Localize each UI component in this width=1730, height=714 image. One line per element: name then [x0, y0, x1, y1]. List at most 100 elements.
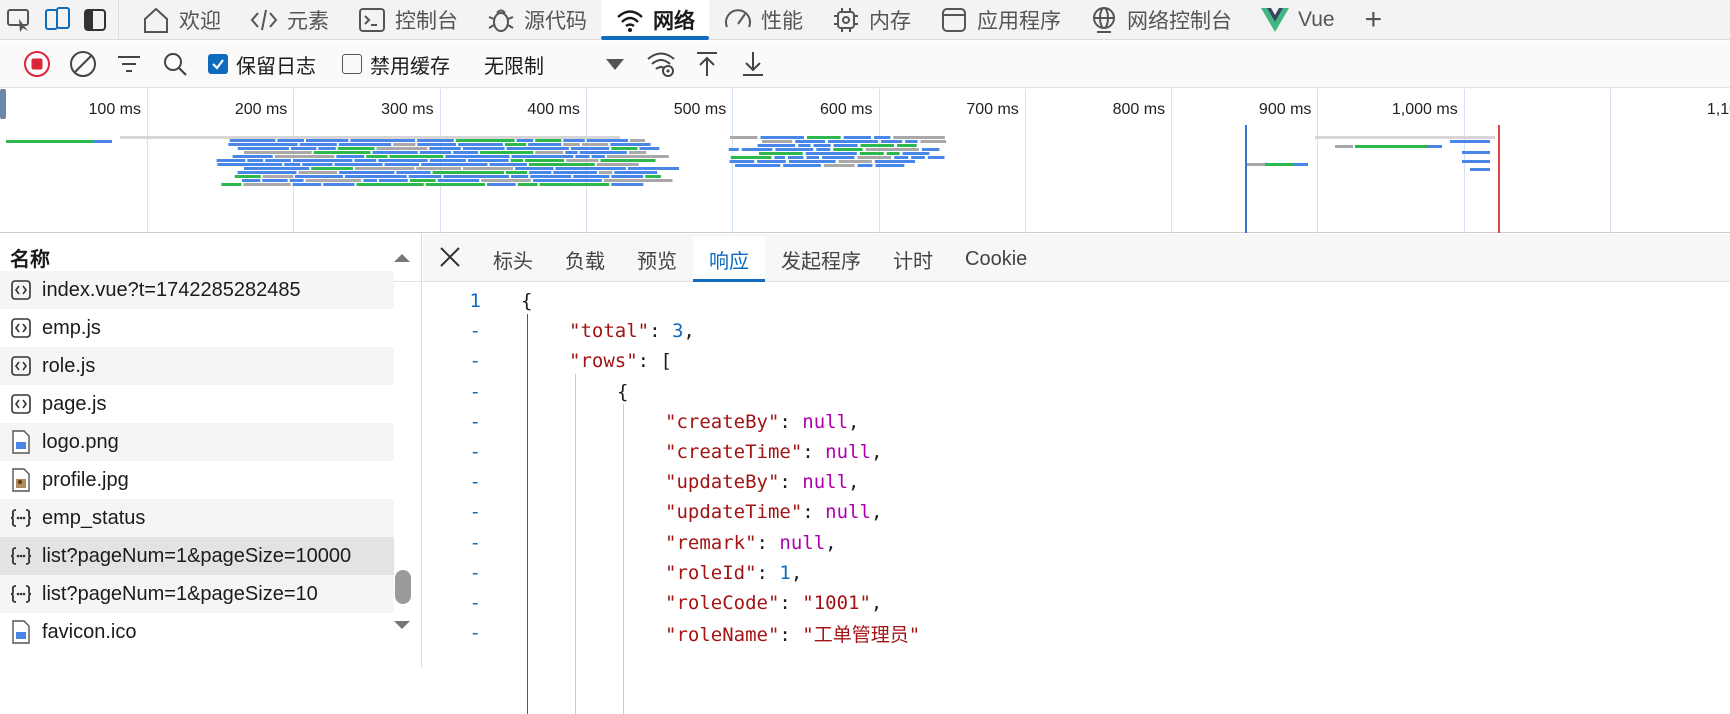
response-viewer[interactable]: 1{- "total": 3, - "rows": [-{- "createBy": n… — [423, 282, 1730, 714]
request-row[interactable]: logo.png — [0, 423, 394, 461]
detail-tab[interactable]: Cookie — [949, 237, 1043, 281]
add-tab-icon[interactable]: + — [1349, 3, 1399, 37]
waterfall-bar — [429, 159, 466, 162]
tab-code[interactable]: 元素 — [235, 0, 343, 40]
tab-app[interactable]: 应用程序 — [925, 0, 1075, 40]
tab-console[interactable]: 控制台 — [343, 0, 472, 40]
code-token: "updateTime" — [665, 501, 803, 524]
detail-tab[interactable]: 负载 — [549, 237, 621, 281]
waterfall-bar — [530, 175, 572, 178]
waterfall-bar — [579, 151, 627, 154]
line-gutter[interactable]: - — [423, 320, 491, 342]
request-row[interactable]: emp_status — [0, 499, 394, 537]
disable-cache-checkbox[interactable]: 禁用缓存 — [342, 50, 450, 79]
scrollbar-thumb[interactable] — [395, 570, 411, 604]
tab-label: 应用程序 — [977, 9, 1061, 33]
line-gutter[interactable]: - — [423, 532, 491, 554]
image-icon — [10, 430, 32, 454]
code-token: 3 — [671, 320, 684, 343]
waterfall-bar — [232, 155, 273, 158]
code-token: null — [825, 441, 871, 464]
detail-tab[interactable]: 响应 — [693, 237, 765, 282]
request-row[interactable]: favicon.ico — [0, 613, 394, 651]
waterfall-bar — [510, 159, 524, 162]
network-conditions-icon[interactable] — [638, 41, 684, 87]
line-gutter[interactable]: - — [423, 441, 491, 463]
detail-tab[interactable]: 发起程序 — [765, 237, 877, 281]
line-gutter[interactable]: - — [423, 411, 491, 433]
filter-icon[interactable] — [106, 41, 152, 87]
tab-list: 欢迎 元素 控制台 源代码 网络 性能 内存 应用程序 网络控制台 Vue — [127, 0, 1349, 40]
code-token: , — [870, 501, 883, 524]
line-gutter[interactable]: 1 — [423, 290, 491, 312]
indent-guide — [575, 374, 576, 714]
tab-bug[interactable]: 源代码 — [472, 0, 601, 40]
detail-tab[interactable]: 标头 — [477, 237, 549, 281]
wifi-icon — [615, 5, 645, 35]
scrollbar[interactable] — [391, 234, 413, 667]
waterfall-bar — [729, 160, 755, 163]
waterfall-bar — [515, 167, 554, 170]
line-gutter[interactable]: - — [423, 562, 491, 584]
waterfall-bar — [419, 151, 452, 154]
line-gutter[interactable]: - — [423, 592, 491, 614]
waterfall-bar — [354, 159, 377, 162]
line-gutter[interactable]: - — [423, 622, 491, 644]
dock-panel-icon[interactable] — [76, 0, 114, 40]
code-token: "updateBy" — [665, 471, 780, 494]
waterfall-bar — [911, 156, 925, 159]
code-token: "total" — [569, 320, 650, 343]
request-row[interactable]: index.vue?t=1742285282485 — [0, 271, 394, 309]
line-gutter[interactable]: - — [423, 381, 491, 403]
waterfall-bar — [302, 163, 333, 166]
waterfall-bar — [237, 171, 297, 174]
search-icon[interactable] — [152, 41, 198, 87]
inspect-icon[interactable] — [0, 0, 38, 40]
timeline-handle[interactable] — [0, 89, 6, 119]
scroll-down-icon[interactable] — [391, 618, 413, 632]
tab-wifi[interactable]: 网络 — [601, 0, 709, 40]
waterfall-bar — [432, 171, 504, 174]
throttle-select[interactable]: 无限制 — [484, 50, 544, 79]
waterfall-bar — [761, 140, 793, 143]
request-row[interactable]: list?pageNum=1&pageSize=10000 — [0, 537, 394, 575]
line-gutter[interactable]: - — [423, 350, 491, 372]
close-icon[interactable] — [423, 233, 477, 281]
tab-globe[interactable]: 网络控制台 — [1075, 0, 1246, 40]
request-row[interactable]: page.js — [0, 385, 394, 423]
waterfall-bar — [216, 159, 246, 162]
clear-icon[interactable] — [60, 41, 106, 87]
script-icon — [10, 279, 32, 301]
chevron-down-icon[interactable] — [592, 41, 638, 87]
waterfall-bar — [396, 171, 431, 174]
waterfall-bar — [262, 175, 294, 178]
waterfall-bar — [290, 147, 317, 150]
network-timeline-overview[interactable]: 100 ms 200 ms 300 ms 400 ms 500 ms 600 ms 700 … — [0, 89, 1730, 233]
tab-gauge[interactable]: 性能 — [709, 0, 817, 40]
request-row[interactable]: list?pageNum=1&pageSize=10 — [0, 575, 394, 613]
upload-icon[interactable] — [684, 41, 730, 87]
tab-chip[interactable]: 内存 — [817, 0, 925, 40]
waterfall-bar — [511, 155, 574, 158]
waterfall-bar — [1462, 160, 1490, 163]
detail-tab[interactable]: 计时 — [877, 237, 949, 281]
tab-vue[interactable]: Vue — [1246, 0, 1349, 40]
scroll-up-icon[interactable] — [391, 250, 413, 264]
code-line: - "total": 3, — [423, 316, 1730, 346]
request-row[interactable]: emp.js — [0, 309, 394, 347]
line-gutter[interactable]: - — [423, 501, 491, 523]
code-content: "remark": null, — [491, 532, 837, 554]
line-gutter[interactable]: - — [423, 471, 491, 493]
preserve-log-checkbox[interactable]: 保留日志 — [208, 50, 316, 79]
waterfall-bar — [511, 175, 529, 178]
download-icon[interactable] — [730, 41, 776, 87]
waterfall-bar — [857, 164, 873, 167]
request-row[interactable]: profile.jpg — [0, 461, 394, 499]
record-icon[interactable] — [14, 41, 60, 87]
waterfall-bar — [627, 167, 679, 170]
request-row[interactable]: role.js — [0, 347, 394, 385]
detail-tab[interactable]: 预览 — [621, 237, 693, 281]
tab-home[interactable]: 欢迎 — [127, 0, 235, 40]
device-emulation-icon[interactable] — [38, 0, 76, 40]
waterfall-bar — [603, 179, 673, 182]
